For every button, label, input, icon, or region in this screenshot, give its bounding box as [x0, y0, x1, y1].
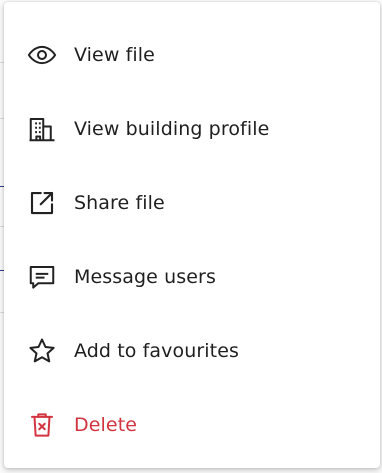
menu-item-message-users[interactable]: Message users [4, 240, 380, 314]
external-link-icon [26, 187, 58, 219]
message-icon [26, 261, 58, 293]
context-menu: View file View building profile Share fi… [4, 2, 380, 468]
menu-item-label: View file [74, 44, 155, 66]
building-icon [26, 113, 58, 145]
eye-icon [26, 39, 58, 71]
menu-item-share-file[interactable]: Share file [4, 166, 380, 240]
menu-item-label: Delete [74, 414, 138, 436]
menu-item-view-building-profile[interactable]: View building profile [4, 92, 380, 166]
menu-item-label: Message users [74, 266, 216, 288]
menu-item-view-file[interactable]: View file [4, 18, 380, 92]
star-icon [26, 335, 58, 367]
context-menu-list: View file View building profile Share fi… [4, 2, 380, 462]
menu-item-label: View building profile [74, 118, 270, 140]
menu-item-label: Share file [74, 192, 165, 214]
menu-item-label: Add to favourites [74, 340, 240, 362]
trash-icon [26, 409, 58, 441]
menu-item-delete[interactable]: Delete [4, 388, 380, 462]
menu-item-add-to-favourites[interactable]: Add to favourites [4, 314, 380, 388]
